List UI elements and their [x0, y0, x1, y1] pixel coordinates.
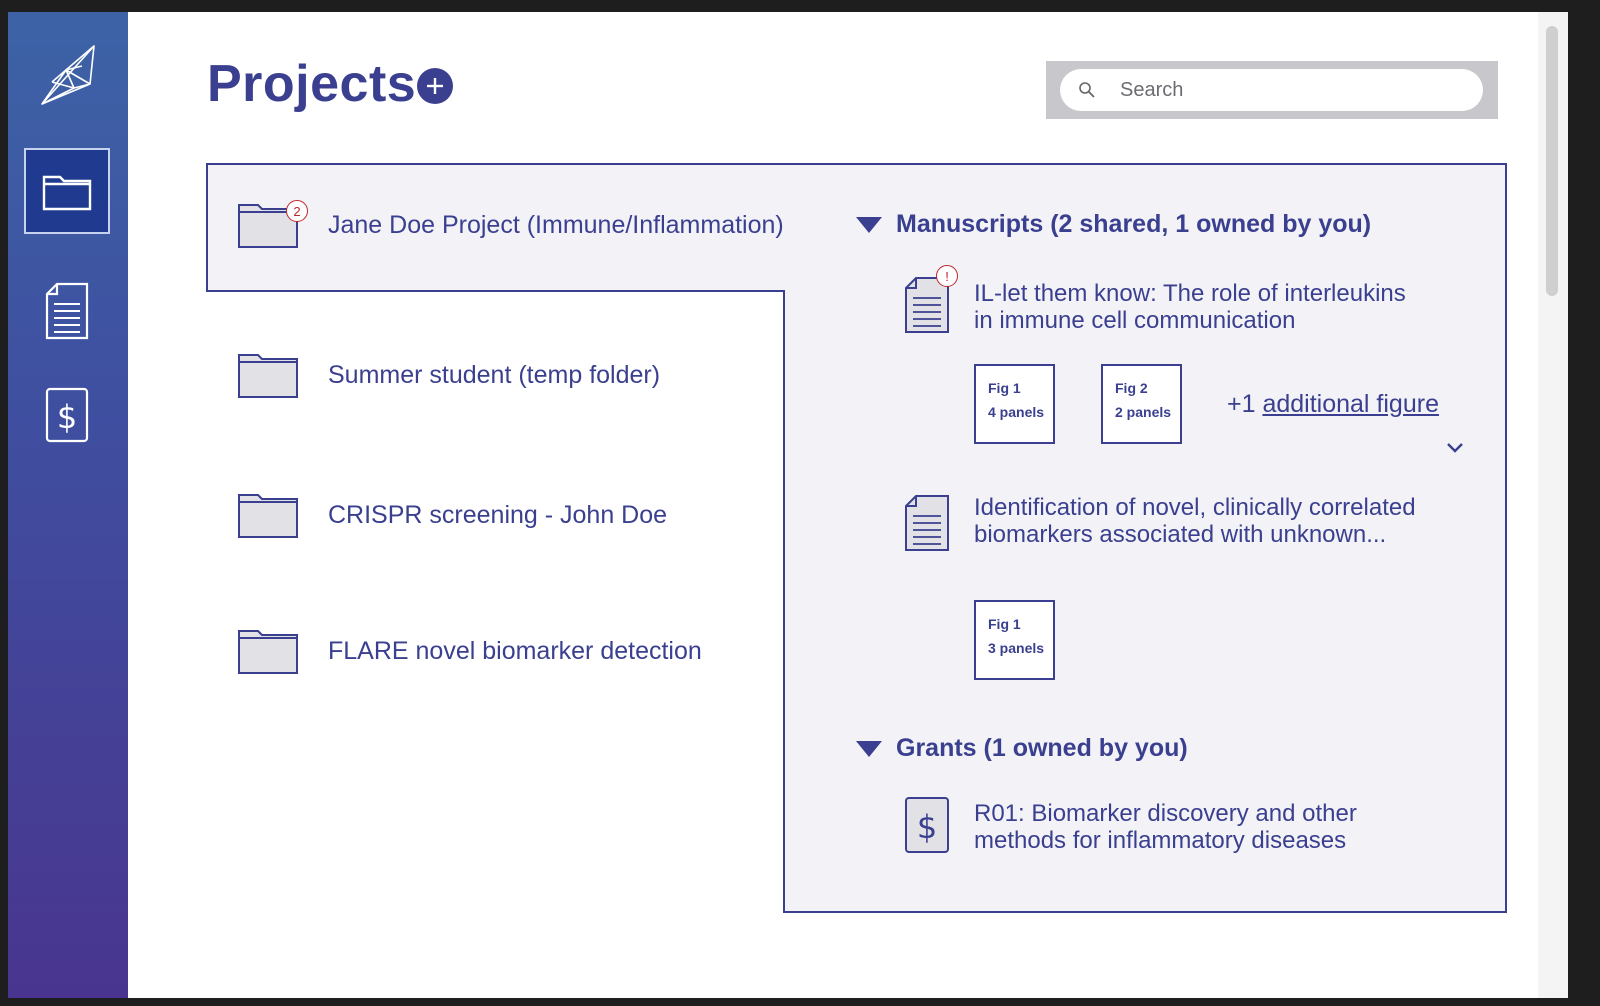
app-logo-icon[interactable]: [38, 40, 98, 110]
folder-icon: [42, 175, 92, 211]
project-label: Summer student (temp folder): [328, 360, 661, 389]
figure-name: Fig 1: [988, 616, 1021, 632]
project-label: Jane Doe Project (Immune/Inflammation): [328, 210, 784, 239]
add-project-button[interactable]: [417, 68, 453, 104]
collapse-triangle-icon: [856, 216, 882, 233]
manuscript-title-line: biomarkers associated with unknown...: [974, 521, 1387, 548]
project-item[interactable]: CRISPR screening - John Doe: [238, 492, 667, 538]
alert-badge: !: [936, 265, 958, 287]
sidebar: $: [8, 12, 128, 998]
sidebar-item-projects[interactable]: [24, 148, 110, 234]
project-label: CRISPR screening - John Doe: [328, 500, 668, 529]
manuscripts-section-toggle[interactable]: Manuscripts (2 shared, 1 owned by you): [856, 210, 1371, 239]
additional-figures-count: +1: [1227, 390, 1263, 418]
collapse-triangle-icon: [856, 740, 882, 757]
sidebar-item-manuscripts[interactable]: [24, 268, 110, 354]
search-field[interactable]: [1060, 69, 1483, 111]
manuscript-title-line: in immune cell communication: [974, 307, 1296, 334]
grant-title[interactable]: R01: Biomarker discovery and other metho…: [974, 800, 1357, 854]
additional-figure-link[interactable]: additional figure: [1262, 390, 1439, 418]
figure-card[interactable]: Fig 1 4 panels: [974, 364, 1055, 444]
figure-card[interactable]: Fig 1 3 panels: [974, 600, 1055, 680]
figure-panels: 3 panels: [988, 640, 1045, 656]
dollar-icon: $: [905, 797, 949, 853]
additional-figures: +1 additional figure: [1227, 390, 1439, 419]
grant-title-line: methods for inflammatory diseases: [974, 827, 1347, 854]
notification-badge: 2: [286, 200, 308, 222]
figure-name: Fig 2: [1115, 380, 1148, 396]
figure-name: Fig 1: [988, 380, 1021, 396]
figure-panels: 4 panels: [988, 404, 1045, 420]
vertical-scrollbar[interactable]: [1538, 12, 1568, 998]
project-item[interactable]: Summer student (temp folder): [238, 352, 660, 398]
scrollbar-thumb[interactable]: [1546, 26, 1558, 296]
document-icon: [905, 495, 949, 551]
search-icon: [1079, 82, 1095, 98]
page-title: Projects: [207, 55, 417, 113]
manuscript-title-line: IL-let them know: The role of interleuki…: [974, 280, 1406, 307]
folder-icon: [238, 352, 298, 398]
folder-icon: [238, 628, 298, 674]
chevron-down-icon[interactable]: [1446, 442, 1464, 454]
sidebar-item-grants[interactable]: $: [24, 372, 110, 458]
grants-section-toggle[interactable]: Grants (1 owned by you): [856, 734, 1188, 763]
plus-icon: [427, 78, 443, 94]
manuscript-title-line: Identification of novel, clinically corr…: [974, 494, 1416, 521]
svg-text:$: $: [917, 808, 937, 846]
svg-text:$: $: [57, 398, 77, 436]
grants-heading: Grants (1 owned by you): [896, 734, 1188, 762]
app-window: $ Projects Search 2 Jane Doe Project (Im…: [8, 12, 1568, 998]
grant-title-line: R01: Biomarker discovery and other: [974, 800, 1357, 827]
folder-icon: [238, 492, 298, 538]
manuscript-title[interactable]: IL-let them know: The role of interleuki…: [974, 280, 1406, 334]
document-icon: [45, 282, 89, 340]
main-content: Projects Search 2 Jane Doe Project (Immu…: [128, 12, 1568, 998]
figure-panels: 2 panels: [1115, 404, 1172, 420]
project-label: FLARE novel biomarker detection: [328, 636, 702, 665]
search-bar: [1046, 61, 1498, 119]
dollar-icon: $: [45, 387, 89, 443]
search-input[interactable]: [1120, 69, 1460, 111]
manuscript-title[interactable]: Identification of novel, clinically corr…: [974, 494, 1416, 548]
project-item[interactable]: 2 Jane Doe Project (Immune/Inflammation): [238, 200, 784, 248]
manuscripts-heading: Manuscripts (2 shared, 1 owned by you): [896, 210, 1372, 238]
project-item[interactable]: FLARE novel biomarker detection: [238, 628, 702, 674]
folder-icon: 2: [238, 200, 308, 248]
figure-card[interactable]: Fig 2 2 panels: [1101, 364, 1182, 444]
